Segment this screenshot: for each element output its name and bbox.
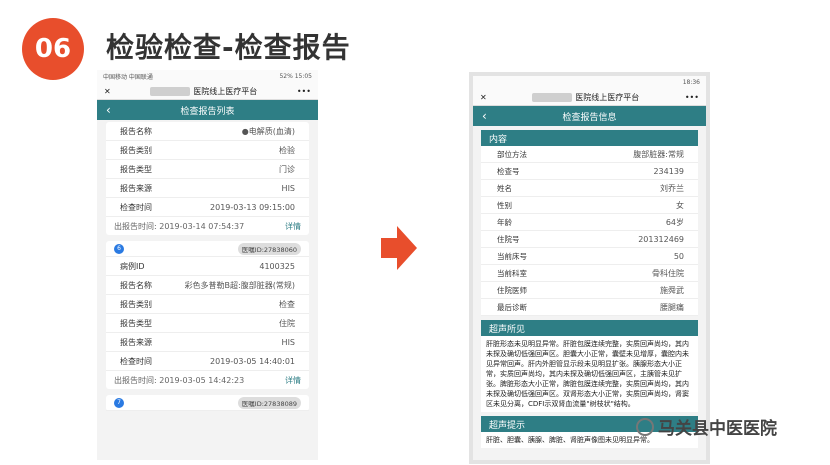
order-id-tag: 医嘱ID:27838089 — [237, 396, 301, 409]
app-titlebar: ✕ 医院线上医疗平台 ••• — [473, 89, 706, 106]
table-row: 报告类别 检验 — [106, 141, 309, 160]
findings-text: 肝脏形态未见明显异常。肝脏包膜连续完整，实质回声尚均，其内未探及确切低强回声区。… — [481, 336, 698, 412]
app-titlebar: ✕ 医院线上医疗平台 ••• — [97, 83, 318, 100]
back-icon[interactable]: ‹ — [482, 109, 487, 123]
patient-info: 部位方法 腹部脏器:常规 检查号 234139 姓名 刘乔兰 性别女 年龄 64岁 住院… — [481, 146, 698, 316]
nav-title: 检查报告信息 — [562, 112, 617, 123]
table-row: 最后诊断 腰腿痛 — [481, 299, 698, 316]
findings-section-header: 超声所见 — [481, 320, 698, 336]
order-id-tag: 医嘱ID:27838060 — [237, 242, 301, 255]
table-row: 报告名称 彩色多普勒B超:腹部脏器(常规) — [106, 276, 309, 295]
content-section-header: 内容 — [481, 130, 698, 146]
battery-time: 18:36 — [682, 79, 700, 86]
close-icon[interactable]: ✕ — [480, 93, 487, 102]
index-badge: 7 — [114, 397, 124, 408]
nav-bar: ‹ 检查报告列表 — [97, 100, 318, 120]
watermark: 马关县中医医院 — [636, 414, 777, 439]
detail-link[interactable]: 详情 — [285, 221, 301, 232]
table-row: 部位方法 腹部脏器:常规 — [481, 146, 698, 163]
status-bar: 18:36 — [473, 76, 706, 89]
more-icon[interactable]: ••• — [685, 93, 699, 102]
app-title: 医院线上医疗平台 — [532, 92, 639, 103]
index-badge: 6 — [114, 243, 124, 254]
table-row: 检查号 234139 — [481, 163, 698, 180]
app-title: 医院线上医疗平台 — [150, 86, 257, 97]
card-header: 6 医嘱ID:27838060 — [106, 241, 309, 257]
nav-title: 检查报告列表 — [180, 106, 235, 117]
table-row: 报告类型 住院 — [106, 314, 309, 333]
table-row: 姓名 刘乔兰 — [481, 180, 698, 197]
table-row: 当前床号 50 — [481, 248, 698, 265]
report-card: 6 医嘱ID:27838060 病例ID 4100325 报告名称 彩色多普勒B超:… — [106, 241, 309, 389]
right-arrow-icon — [381, 226, 417, 270]
detail-link[interactable]: 详情 — [285, 375, 301, 386]
more-icon[interactable]: ••• — [297, 87, 311, 96]
table-row: 报告类型 门诊 — [106, 160, 309, 179]
back-icon[interactable]: ‹ — [106, 103, 111, 117]
close-icon[interactable]: ✕ — [104, 87, 111, 96]
table-row: 住院医师 施舜武 — [481, 282, 698, 299]
table-row: 当前科室 骨科住院 — [481, 265, 698, 282]
carrier-text: 中国移动 中国联通 — [103, 74, 153, 81]
slide-number-badge: 06 — [22, 18, 84, 80]
table-row: 报告名称 ●电解质(血清) — [106, 122, 309, 141]
report-card: 报告名称 ●电解质(血清) 报告类别 检验 报告类型 门诊 报告来源 HIS 检查时间 2… — [106, 122, 309, 235]
table-row: 住院号 201312469 — [481, 231, 698, 248]
table-row: 病例ID 4100325 — [106, 257, 309, 276]
report-detail-phone: 18:36 ✕ 医院线上医疗平台 ••• ‹ 检查报告信息 内容 部位方法 腹部脏… — [469, 72, 710, 464]
report-card: 7 医嘱ID:27838089 — [106, 395, 309, 411]
nav-bar: ‹ 检查报告信息 — [473, 106, 706, 126]
table-row: 报告类别 检查 — [106, 295, 309, 314]
table-row: 报告来源 HIS — [106, 179, 309, 198]
report-list-phone: 中国移动 中国联通 52% 15:05 ✕ 医院线上医疗平台 ••• ‹ 检查报… — [97, 70, 318, 460]
report-time: 出报告时间: 2019-03-14 07:54:37 — [114, 221, 245, 231]
wechat-icon — [636, 417, 654, 436]
card-footer: 出报告时间: 2019-03-14 07:54:37 详情 — [106, 217, 309, 235]
card-footer: 出报告时间: 2019-03-05 14:42:23 详情 — [106, 371, 309, 389]
table-row: 年龄 64岁 — [481, 214, 698, 231]
table-row: 性别女 — [481, 197, 698, 214]
slide-title: 检验检查-检查报告 — [106, 31, 351, 64]
report-time: 出报告时间: 2019-03-05 14:42:23 — [114, 375, 245, 385]
table-row: 报告来源 HIS — [106, 333, 309, 352]
card-header: 7 医嘱ID:27838089 — [106, 395, 309, 411]
table-row: 检查时间 2019-03-13 09:15:00 — [106, 198, 309, 217]
status-bar: 中国移动 中国联通 52% 15:05 — [97, 70, 318, 83]
table-row: 检查时间 2019-03-05 14:40:01 — [106, 352, 309, 371]
battery-time: 52% 15:05 — [279, 73, 312, 80]
